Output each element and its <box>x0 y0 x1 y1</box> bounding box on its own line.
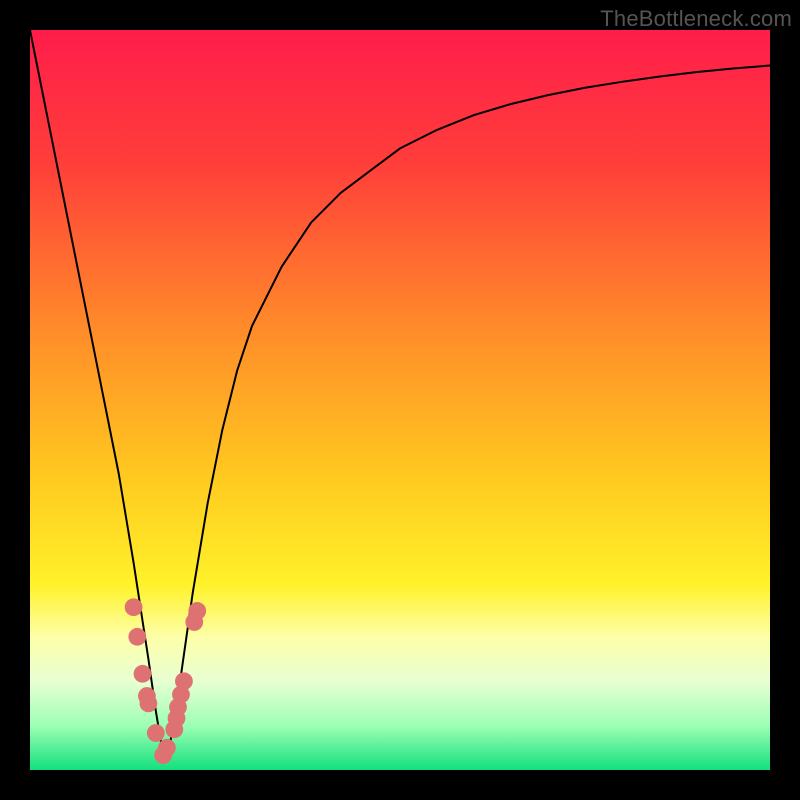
chart-svg <box>30 30 770 770</box>
data-marker <box>175 672 193 690</box>
data-marker <box>147 724 165 742</box>
data-marker <box>188 602 206 620</box>
data-marker <box>128 628 146 646</box>
data-marker <box>140 695 158 713</box>
data-marker <box>158 739 176 757</box>
data-marker <box>134 665 152 683</box>
plot-area <box>30 30 770 770</box>
chart-frame: TheBottleneck.com <box>0 0 800 800</box>
data-marker <box>125 598 143 616</box>
gradient-background <box>30 30 770 770</box>
watermark-text: TheBottleneck.com <box>600 6 792 32</box>
